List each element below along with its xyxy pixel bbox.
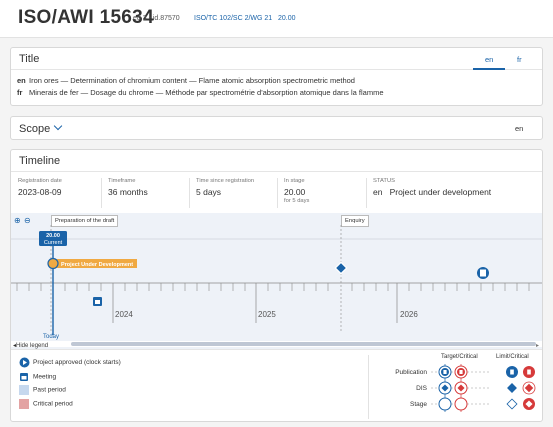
stat-timeframe: Timeframe 36 months: [108, 178, 148, 197]
document-icon: [480, 269, 486, 277]
standard-meta: ed.3 - id.87570: [133, 15, 180, 22]
stat-in-stage: In stage 20.00 for 5 days: [284, 178, 309, 204]
stat-registration: Registration date 2023-08-09: [18, 178, 62, 197]
meeting-icon: [20, 373, 28, 381]
legend-meeting: Meeting: [19, 372, 56, 382]
title-row-fr: fr Minerais de fer — Dosage du chrome — M…: [17, 88, 384, 97]
year-label-2026: 2026: [400, 310, 418, 319]
title-text: Minerais de fer — Dosage du chrome — Mét…: [29, 88, 384, 97]
stat-sub: for 5 days: [284, 198, 310, 204]
legend-row-publication: Publication: [395, 369, 427, 376]
stat-time-since-registration: Time since registration 5 days: [196, 178, 254, 197]
dis-limit-critical-icon: [522, 381, 536, 395]
chevron-down-icon: [53, 121, 63, 131]
title-card-heading: Title: [19, 53, 40, 65]
page-header: ISO/AWI 15634 ed.3 - id.87570 ISO/TC 102…: [0, 0, 553, 38]
legend-col-target: Target/Critical: [441, 354, 478, 360]
dis-limit-icon: [507, 383, 517, 393]
stat-divider: [277, 178, 278, 208]
stat-value: 20.00: [284, 187, 306, 197]
legend-col-limit: Limit/Critical: [496, 354, 529, 360]
tab-lang-en[interactable]: en: [472, 55, 507, 70]
stage-critical-icon: [454, 397, 468, 411]
stat-label: In stage: [284, 178, 305, 184]
publication-limit-critical-icon: [523, 366, 535, 378]
stat-value: en Project under development: [373, 187, 491, 197]
stage-limit-icon: [506, 398, 518, 410]
stat-value: 36 months: [108, 187, 148, 197]
stat-divider: [101, 178, 102, 208]
dis-target-icon[interactable]: [334, 261, 348, 275]
calendar-icon: [95, 300, 100, 304]
scope-toggle[interactable]: Scope: [19, 121, 63, 135]
legend-symbols: [431, 364, 536, 412]
dis-target-icon: [438, 381, 452, 395]
timeline-gantt[interactable]: ⊕ ⊖ Preparation of the draft Enquiry 202…: [11, 213, 542, 349]
stat-label: Time since registration: [196, 178, 255, 184]
title-row-en: en Iron ores — Determination of chromium …: [17, 76, 355, 85]
title-card-header: Title en fr: [11, 48, 542, 70]
legend-label: Meeting: [33, 373, 57, 381]
status-bar-label: Project Under Development: [61, 262, 133, 268]
status-lang: en: [373, 187, 383, 197]
current-stage-label: Current: [44, 240, 63, 246]
dis-critical-icon: [454, 381, 468, 395]
status-text: Project under development: [389, 187, 492, 197]
today-label: Today: [43, 334, 59, 340]
legend-row-stage: Stage: [410, 401, 427, 408]
legend-row-dis: DIS: [416, 385, 427, 392]
stage-target-icon: [438, 397, 452, 411]
timeline-heading: Timeline: [19, 155, 61, 167]
publication-critical-icon: [454, 365, 468, 379]
stat-label: Timeframe: [108, 178, 136, 184]
title-lang-code: en: [17, 76, 26, 85]
stat-divider: [366, 178, 367, 208]
past-period-swatch: [19, 385, 29, 395]
stat-divider: [189, 178, 190, 208]
scrollbar-thumb[interactable]: [71, 342, 536, 346]
timeline-legend: Project approved (clock starts) Meeting …: [11, 349, 542, 421]
year-label-2024: 2024: [115, 310, 133, 319]
stage-link[interactable]: 20.00: [278, 15, 296, 22]
project-approved-icon[interactable]: [47, 257, 59, 270]
legend-project-approved: Project approved (clock starts): [19, 357, 121, 368]
scope-language: en: [515, 124, 524, 133]
legend-label: Critical period: [33, 400, 73, 408]
stat-value: 5 days: [196, 187, 222, 197]
legend-divider: [368, 355, 369, 419]
committee-link[interactable]: ISO/TC 102/SC 2/WG 21: [194, 15, 272, 22]
timeline-graphic: 2024 2025 2026 20.00 Current Project Und…: [11, 225, 542, 349]
critical-period-swatch: [19, 399, 29, 409]
stage-limit-critical-icon: [523, 398, 535, 410]
title-text: Iron ores — Determination of chromium co…: [29, 76, 355, 85]
title-lang-code: fr: [17, 88, 23, 97]
title-card: Title en fr en Iron ores — Determination …: [10, 47, 543, 106]
publication-limit-icon: [506, 366, 518, 378]
publication-target-icon: [438, 365, 452, 379]
scope-heading: Scope: [19, 123, 51, 135]
stat-label: STATUS: [373, 178, 396, 184]
current-stage-code: 20.00: [46, 233, 60, 239]
tab-lang-fr[interactable]: fr: [517, 55, 522, 64]
legend-label: Past period: [33, 386, 66, 394]
legend-critical-period: Critical period: [19, 399, 73, 409]
stat-status: STATUS en Project under development: [373, 178, 491, 197]
stat-label: Registration date: [18, 178, 62, 184]
stat-value: 2023-08-09: [18, 187, 62, 197]
timeline-card: Timeline Registration date 2023-08-09 Ti…: [10, 149, 543, 422]
legend-label: Project approved (clock starts): [33, 359, 121, 367]
year-label-2025: 2025: [258, 310, 276, 319]
scope-card[interactable]: Scope en: [10, 116, 543, 140]
timeline-card-header: Timeline: [11, 150, 542, 172]
project-approved-icon: [19, 357, 30, 368]
legend-past-period: Past period: [19, 385, 66, 395]
